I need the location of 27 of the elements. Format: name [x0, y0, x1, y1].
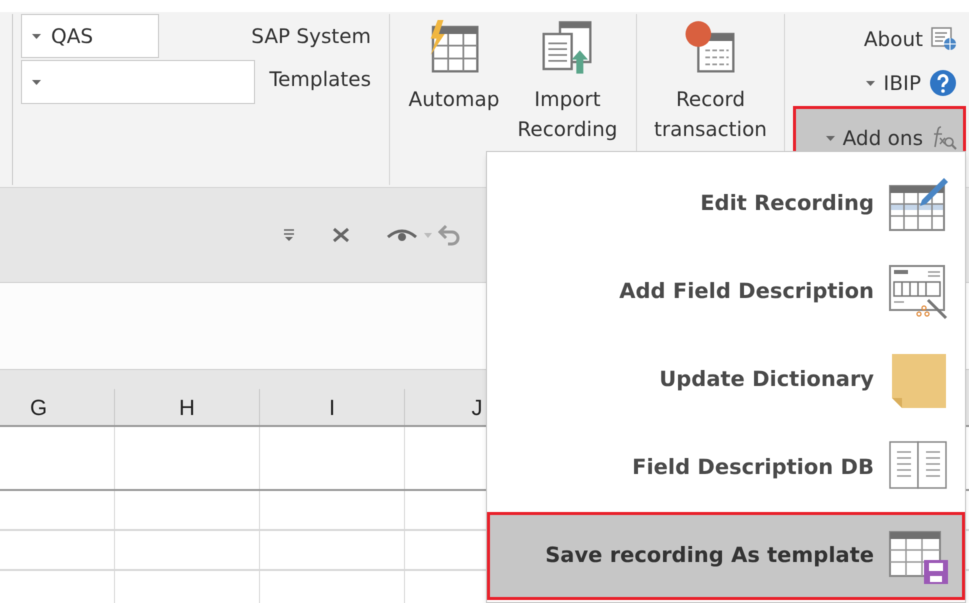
field-label: SAP System [251, 23, 371, 50]
ribbon-small-button[interactable]: About [854, 18, 966, 60]
close-icon[interactable] [332, 227, 350, 243]
document-globe-icon [931, 27, 957, 51]
column-header[interactable]: G [0, 389, 115, 425]
field-label: Templates [269, 66, 371, 93]
menu-item[interactable]: Field Description DB [487, 424, 965, 512]
menu-item[interactable]: Save recording As template [487, 512, 965, 600]
dropdown-caret-icon [866, 80, 876, 86]
eye-icon[interactable] [386, 227, 418, 243]
dropdown-caret-icon [826, 136, 835, 140]
menu-item[interactable]: Edit Recording [487, 160, 965, 248]
column-header[interactable]: H [115, 389, 260, 425]
help-icon [929, 69, 957, 97]
caret-icon [32, 80, 41, 84]
column-header[interactable]: I [260, 389, 405, 425]
caret-icon [32, 34, 41, 38]
table-pencil-icon [888, 176, 948, 232]
menu-item[interactable]: Add Field Description [487, 248, 965, 336]
system-dropdown[interactable]: QAS [21, 14, 159, 58]
caret-icon [424, 232, 432, 238]
form-wand-icon [888, 264, 948, 320]
ribbon-small-button[interactable]: IBIP [857, 62, 966, 104]
table-save-icon [888, 528, 948, 584]
filter-lines-icon[interactable] [282, 228, 296, 242]
function-search-icon [931, 125, 957, 151]
menu-item[interactable]: Update Dictionary [487, 336, 965, 424]
